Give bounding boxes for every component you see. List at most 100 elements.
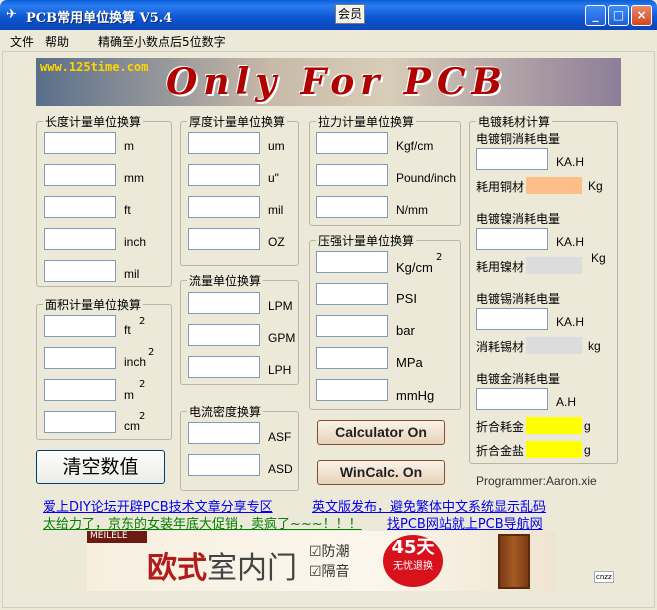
programmer-credit: Programmer:Aaron.xie (476, 474, 597, 488)
copper-material-output (526, 177, 582, 194)
flow-unit-gpm: GPM (268, 331, 296, 345)
copper-material-label: 耗用铜材 (476, 180, 525, 194)
current-asd-input[interactable] (188, 454, 260, 476)
wincalc-on-button[interactable]: WinCalc. On (317, 460, 445, 485)
pressure-mmhg-input[interactable] (316, 379, 388, 401)
banner-slogan: Only For PCB (166, 61, 508, 103)
ad-feature-moisture: ☑防潮 (309, 544, 350, 560)
pressure-kgcm2-input[interactable] (316, 251, 388, 273)
gold-power-unit: A.H (556, 395, 577, 409)
door-image (498, 534, 530, 589)
title-bar: ✈ PCB常用单位换算 V5.4 会员 _ □ × (0, 0, 657, 30)
length-unit-mil: mil (124, 267, 140, 281)
thickness-uinch-input[interactable] (188, 164, 260, 186)
copper-power-label: 电镀铜消耗电量 (476, 132, 561, 146)
menu-file[interactable]: 文件 (10, 33, 34, 50)
calculator-on-button[interactable]: Calculator On (317, 420, 445, 445)
minimize-button[interactable]: _ (585, 5, 606, 26)
tension-unit-poundinch: Pound/inch (396, 171, 457, 185)
gold-consumption-unit: g (584, 419, 591, 433)
length-unit-mm: mm (124, 171, 144, 185)
window-title: PCB常用单位换算 V5.4 (26, 11, 173, 26)
tension-group-title: 拉力计量单位换算 (316, 113, 417, 130)
pressure-unit-psi: PSI (396, 291, 417, 306)
ad-badge-text: 无忧退换 (393, 561, 433, 572)
area-unit-cm: cm (124, 419, 140, 433)
area-inch2-input[interactable] (44, 347, 116, 369)
tension-nmm-input[interactable] (316, 196, 388, 218)
ad-headline-b: 室内门 (207, 551, 297, 586)
flow-group-title: 流量单位换算 (187, 272, 264, 289)
pressure-unit-mmhg: mmHg (396, 388, 435, 403)
tin-power-unit: KA.H (556, 315, 585, 329)
gold-power-label: 电镀金消耗电量 (476, 372, 561, 386)
pressure-exp-kgcm: 2 (436, 252, 443, 263)
flow-lph-input[interactable] (188, 356, 260, 378)
length-unit-m: m (124, 139, 134, 153)
length-ft-input[interactable] (44, 196, 116, 218)
nickel-power-label: 电镀镍消耗电量 (476, 212, 561, 226)
gold-power-input[interactable] (476, 388, 548, 410)
thickness-mil-input[interactable] (188, 196, 260, 218)
tin-material-label: 消耗锡材 (476, 340, 525, 354)
nickel-power-unit: KA.H (556, 235, 585, 249)
close-button[interactable]: × (631, 5, 652, 26)
pcb-nav-link[interactable]: 找PCB网站就上PCB导航网 (387, 513, 543, 532)
ad-return-badge: 45天 无忧退换 (383, 535, 443, 587)
banner-site: www.125time.com (40, 60, 149, 74)
length-unit-inch: inch (124, 235, 147, 249)
clear-values-button[interactable]: 清空数值 (36, 450, 165, 484)
pressure-psi-input[interactable] (316, 283, 388, 305)
length-inch-input[interactable] (44, 228, 116, 250)
pressure-bar-input[interactable] (316, 315, 388, 337)
area-m2-input[interactable] (44, 379, 116, 401)
member-button[interactable]: 会员 (335, 4, 365, 24)
tin-power-input[interactable] (476, 308, 548, 330)
tension-unit-nmm: N/mm (396, 203, 428, 217)
length-m-input[interactable] (44, 132, 116, 154)
length-mm-input[interactable] (44, 164, 116, 186)
ad-badge-days: 45天 (391, 537, 435, 558)
nickel-material-unit: Kg (591, 251, 606, 265)
tension-poundinch-input[interactable] (316, 164, 388, 186)
plating-group-title: 电镀耗材计算 (476, 113, 553, 130)
area-exp-m: 2 (139, 379, 146, 390)
tin-power-label: 电镀锡消耗电量 (476, 292, 561, 306)
promo-link[interactable]: 太给力了，京东的女装年底大促销，卖疯了~~~！！！ (43, 513, 362, 532)
tension-kgfcm-input[interactable] (316, 132, 388, 154)
copper-power-unit: KA.H (556, 155, 585, 169)
precision-note: 精确至小数点后5位数字 (98, 35, 226, 49)
ad-brand: MEILELE (87, 531, 147, 543)
pressure-mpa-input[interactable] (316, 347, 388, 369)
thickness-um-input[interactable] (188, 132, 260, 154)
area-cm2-input[interactable] (44, 411, 116, 433)
flow-gpm-input[interactable] (188, 324, 260, 346)
length-unit-ft: ft (124, 203, 131, 217)
tin-material-unit: kg (588, 339, 601, 353)
thickness-unit-mil: mil (268, 203, 284, 217)
banner-image: www.125time.com Only For PCB (36, 58, 621, 106)
thickness-oz-input[interactable] (188, 228, 260, 250)
current-density-group-title: 电流密度换算 (187, 403, 264, 420)
area-ft2-input[interactable] (44, 315, 116, 337)
area-exp-ft: 2 (139, 316, 146, 327)
pressure-group-title: 压强计量单位换算 (316, 232, 417, 249)
copper-power-input[interactable] (476, 148, 548, 170)
copper-material-unit: Kg (588, 179, 603, 193)
cnzz-icon[interactable]: cnzz (594, 571, 614, 583)
flow-unit-lph: LPH (268, 363, 292, 377)
current-unit-asd: ASD (268, 462, 293, 476)
nickel-power-input[interactable] (476, 228, 548, 250)
length-mil-input[interactable] (44, 260, 116, 282)
advertisement-banner[interactable]: MEILELE 欧式室内门 ☑防潮 ☑隔音 45天 无忧退换 (87, 531, 556, 591)
gold-consumption-label: 折合耗金 (476, 420, 525, 434)
area-exp-cm: 2 (139, 411, 146, 422)
nickel-material-label: 耗用镍材 (476, 260, 525, 274)
current-asf-input[interactable] (188, 422, 260, 444)
flow-lpm-input[interactable] (188, 292, 260, 314)
gold-salt-label: 折合金盐 (476, 444, 525, 458)
menu-help[interactable]: 帮助 (45, 33, 69, 50)
maximize-button[interactable]: □ (608, 5, 629, 26)
ad-feature-sound: ☑隔音 (309, 564, 350, 580)
area-unit-m: m (124, 388, 134, 402)
